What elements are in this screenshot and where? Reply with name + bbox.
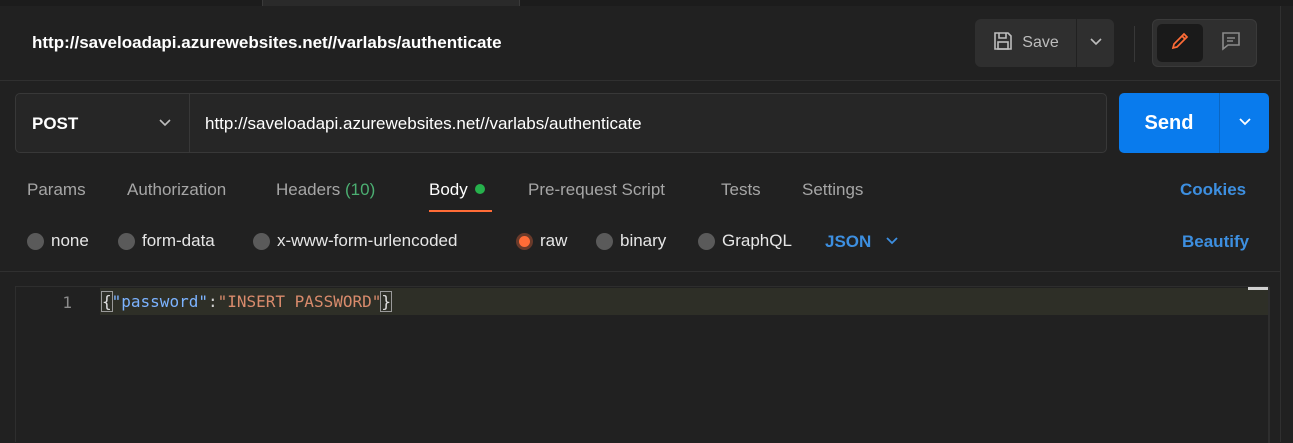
option-label: raw <box>540 231 568 250</box>
open-brace: { <box>101 291 113 312</box>
tab-headers[interactable]: Headers (10) <box>276 180 375 200</box>
send-options-button[interactable] <box>1220 93 1269 153</box>
language-label: JSON <box>825 232 872 251</box>
radio-urlencoded[interactable] <box>253 232 270 250</box>
url-bar: POST http://saveloadapi.azurewebsites.ne… <box>15 93 1107 153</box>
save-icon <box>992 30 1014 57</box>
request-title[interactable]: http://saveloadapi.azurewebsites.net//va… <box>32 33 502 53</box>
chevron-down-icon <box>158 115 172 134</box>
send-group: Send <box>1119 93 1269 153</box>
language-select[interactable]: JSON <box>825 232 899 252</box>
cookies-link[interactable]: Cookies <box>1180 180 1246 200</box>
panel-right-border <box>1280 6 1281 442</box>
option-label: x-www-form-urlencoded <box>277 231 458 250</box>
editor-scrollbar[interactable] <box>1248 287 1268 290</box>
body-option-binary[interactable]: binary <box>596 231 666 251</box>
active-tab-underline <box>429 210 492 212</box>
send-button[interactable]: Send <box>1119 93 1219 153</box>
editor-divider <box>0 271 1280 272</box>
request-header: http://saveloadapi.azurewebsites.net//va… <box>0 6 1280 81</box>
headers-count: (10) <box>345 180 376 199</box>
request-tabs: Params Authorization Headers (10) Body P… <box>0 168 1280 214</box>
tab-body[interactable]: Body <box>429 180 485 200</box>
radio-graphql[interactable] <box>698 232 715 250</box>
radio-form-data[interactable] <box>118 232 135 250</box>
body-option-graphql[interactable]: GraphQL <box>698 231 792 251</box>
chevron-down-icon <box>1089 34 1103 53</box>
option-label: form-data <box>142 231 215 250</box>
save-group: Save <box>975 19 1114 67</box>
tab-body-label: Body <box>429 180 468 199</box>
close-brace: } <box>380 291 392 312</box>
tab-headers-label: Headers <box>276 180 341 199</box>
json-colon: : <box>207 292 218 311</box>
body-option-raw[interactable]: raw <box>516 231 567 251</box>
json-value: "INSERT PASSWORD" <box>217 292 382 311</box>
pencil-icon <box>1169 30 1191 57</box>
radio-binary[interactable] <box>596 232 613 250</box>
save-label: Save <box>1022 34 1059 51</box>
chevron-down-icon <box>1238 114 1252 133</box>
url-input[interactable]: http://saveloadapi.azurewebsites.net//va… <box>205 114 642 134</box>
option-label: binary <box>620 231 667 250</box>
tab-tests[interactable]: Tests <box>721 180 761 200</box>
tab-params[interactable]: Params <box>27 180 86 200</box>
code-line[interactable]: {"password":"INSERT PASSWORD"} <box>101 291 392 312</box>
tab-authorization[interactable]: Authorization <box>127 180 226 200</box>
chevron-down-icon <box>885 232 899 252</box>
beautify-link[interactable]: Beautify <box>1182 232 1249 252</box>
json-key: "password" <box>111 292 208 311</box>
view-mode-toggle <box>1152 19 1257 67</box>
line-number: 1 <box>62 293 72 312</box>
radio-none[interactable] <box>27 232 44 250</box>
body-editor[interactable]: 1 {"password":"INSERT PASSWORD"} <box>15 286 1270 443</box>
editor-right-border <box>1268 287 1270 443</box>
header-divider <box>1134 26 1135 62</box>
method-select[interactable]: POST <box>16 94 190 152</box>
comment-icon <box>1220 30 1242 57</box>
edit-mode-button[interactable] <box>1157 24 1203 62</box>
tab-pre-request-script[interactable]: Pre-request Script <box>528 180 665 200</box>
body-option-urlencoded[interactable]: x-www-form-urlencoded <box>253 231 457 251</box>
option-label: none <box>51 231 89 250</box>
comment-mode-button[interactable] <box>1208 24 1254 62</box>
radio-raw[interactable] <box>516 232 533 250</box>
body-active-dot <box>474 184 485 194</box>
body-type-options: none form-data x-www-form-urlencoded raw… <box>0 228 1280 258</box>
body-option-form-data[interactable]: form-data <box>118 231 215 251</box>
tab-settings[interactable]: Settings <box>802 180 863 200</box>
save-options-button[interactable] <box>1077 19 1114 67</box>
option-label: GraphQL <box>722 231 792 250</box>
method-label: POST <box>32 114 79 133</box>
save-button[interactable]: Save <box>975 19 1076 67</box>
body-option-none[interactable]: none <box>27 231 89 251</box>
